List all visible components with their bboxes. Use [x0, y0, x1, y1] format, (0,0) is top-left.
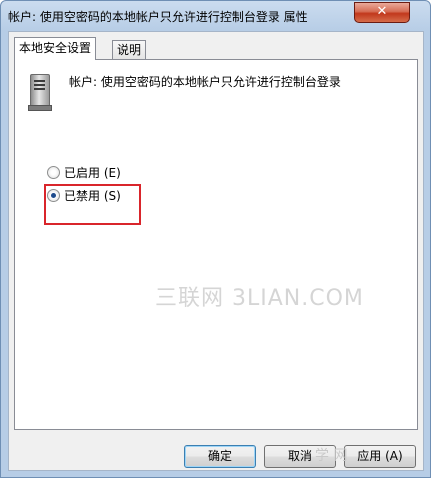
watermark: 三联网 3LIAN.COM [155, 286, 364, 311]
enabled-label: 已启用 (E) [64, 165, 121, 180]
policy-name: 帐户: 使用空密码的本地帐户只允许进行控制台登录 [69, 75, 341, 89]
ok-button[interactable]: 确定 [184, 445, 256, 468]
highlight-box [44, 184, 141, 225]
close-button[interactable]: ✕ [354, 2, 410, 23]
enabled-radio[interactable] [47, 165, 60, 179]
window-title: 帐户: 使用空密码的本地帐户只允许进行控制台登录 属性 [8, 10, 308, 24]
title-bar: 帐户: 使用空密码的本地帐户只允许进行控制台登录 属性 ✕ [1, 1, 430, 29]
tab-panel: 帐户: 使用空密码的本地帐户只允许进行控制台登录 已启用 (E) 已禁用 (S)… [14, 59, 418, 430]
apply-button[interactable]: 应用 (A) [344, 445, 416, 468]
server-icon [28, 74, 52, 111]
corner-watermark: 学 网 [315, 448, 348, 464]
properties-dialog: 帐户: 使用空密码的本地帐户只允许进行控制台登录 属性 ✕ 本地安全设置 说明 … [0, 0, 431, 478]
dialog-client-area: 本地安全设置 说明 帐户: 使用空密码的本地帐户只允许进行控制台登录 已启用 (… [8, 31, 424, 471]
enabled-radio-option[interactable]: 已启用 (E) [47, 164, 121, 180]
tab-local-security-setting[interactable]: 本地安全设置 [14, 37, 97, 60]
tab-explain[interactable]: 说明 [112, 40, 147, 60]
